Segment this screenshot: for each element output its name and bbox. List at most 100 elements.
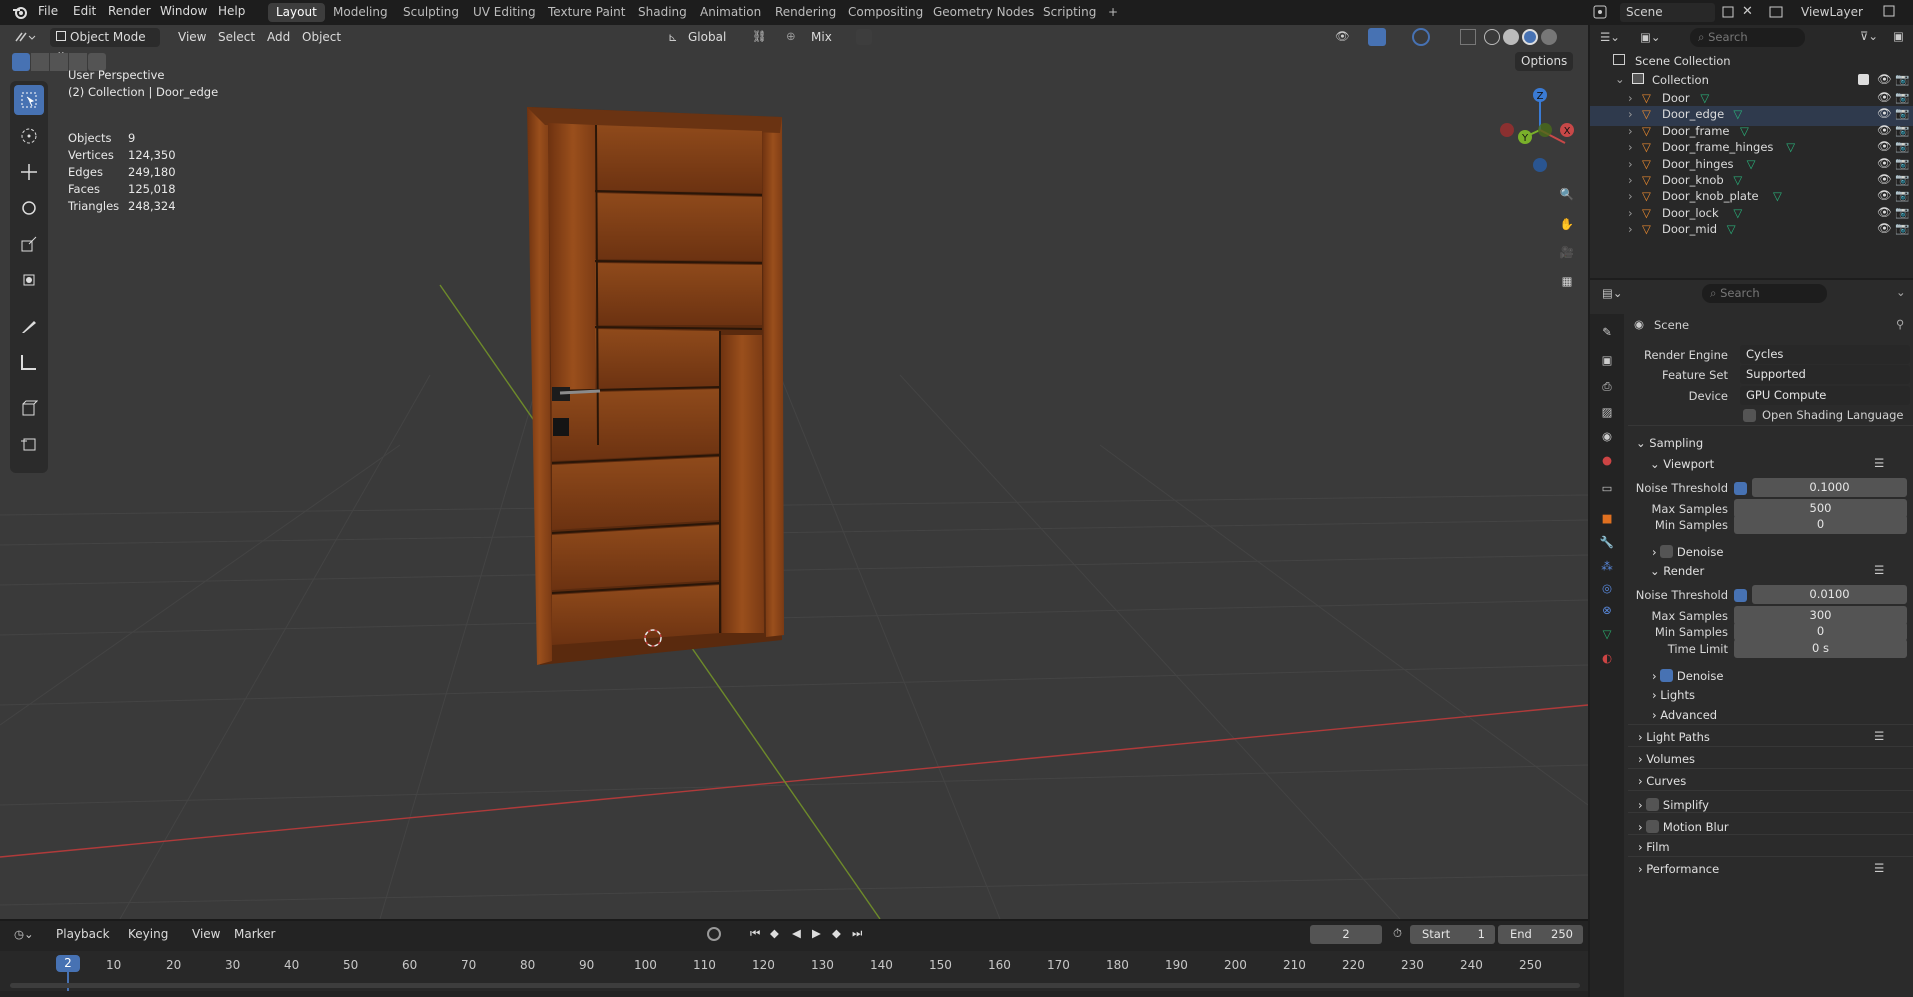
pin-icon[interactable]: ⚲ <box>1896 317 1904 331</box>
delete-scene-icon[interactable]: ✕ <box>1742 4 1758 20</box>
r-noise-threshold-field[interactable]: 0.0100 <box>1752 585 1907 604</box>
proportional-edit-icon[interactable] <box>856 29 872 45</box>
motion-blur-checkbox[interactable] <box>1646 820 1660 833</box>
render-subpanel-header[interactable]: ⌄ Render <box>1650 564 1704 578</box>
tab-layout[interactable]: Layout <box>268 3 325 22</box>
zoom-icon[interactable]: 🔍 <box>1553 180 1581 208</box>
blender-logo-icon[interactable] <box>12 4 28 20</box>
select-subtract-icon[interactable] <box>50 53 68 71</box>
menu-render[interactable]: Render <box>108 4 151 18</box>
playhead[interactable]: 2 <box>56 955 80 972</box>
display-mode-icon[interactable]: ▣⌄ <box>1640 30 1661 44</box>
jump-end-icon[interactable]: ⏭ <box>852 926 862 941</box>
mesh-data-icon[interactable]: ▽ <box>1700 91 1709 105</box>
film-panel[interactable]: › Film <box>1638 840 1670 854</box>
menu-timeline-view[interactable]: View <box>186 925 226 944</box>
mesh-data-icon[interactable]: ▽ <box>1786 140 1795 154</box>
tab-shading[interactable]: Shading <box>630 3 695 22</box>
tab-texture-paint[interactable]: Texture Paint <box>540 3 633 22</box>
cursor-tool-icon[interactable] <box>14 121 44 151</box>
feature-set-dropdown[interactable]: Supported <box>1740 365 1910 384</box>
collection-tab-icon[interactable]: ▭ <box>1597 478 1617 498</box>
tab-scripting[interactable]: Scripting <box>1035 3 1104 22</box>
simplify-panel[interactable]: › Simplify <box>1638 796 1709 812</box>
visibility-eye-icon[interactable]: 👁 <box>1877 139 1892 153</box>
output-tab-icon[interactable]: ⎙ <box>1597 376 1617 396</box>
render-camera-icon[interactable]: 📷 <box>1895 106 1909 120</box>
transform-orientation-icon[interactable]: ⊾ <box>668 30 678 44</box>
menu-help[interactable]: Help <box>218 4 245 18</box>
visibility-eye-icon[interactable]: 👁 <box>1877 221 1892 235</box>
visibility-eye-icon[interactable]: 👁 <box>1877 72 1892 86</box>
end-frame-field[interactable]: End 250 <box>1498 925 1583 944</box>
chevron-right-icon[interactable]: › <box>1628 91 1633 105</box>
render-camera-icon[interactable]: 📷 <box>1895 72 1909 86</box>
vp-min-samples-field[interactable]: 0 <box>1734 515 1907 534</box>
r-noise-threshold-checkbox[interactable] <box>1734 589 1747 602</box>
tab-sculpting[interactable]: Sculpting <box>395 3 467 22</box>
advanced-subpanel[interactable]: › Advanced <box>1652 708 1717 722</box>
view-layer-tab-icon[interactable]: ▨ <box>1597 402 1617 422</box>
prev-keyframe-icon[interactable]: ◆ <box>770 926 779 940</box>
solid-shading-icon[interactable] <box>1503 29 1519 45</box>
lights-subpanel[interactable]: › Lights <box>1652 688 1695 702</box>
data-tab-icon[interactable]: ▽ <box>1597 624 1617 644</box>
chevron-right-icon[interactable]: › <box>1628 157 1633 171</box>
menu-keying[interactable]: Keying <box>122 925 174 944</box>
menu-view[interactable]: View <box>172 28 212 47</box>
preset-list-icon[interactable]: ☰ <box>1874 861 1884 875</box>
time-limit-field[interactable]: 0 s <box>1734 639 1907 658</box>
world-tab-icon[interactable]: ● <box>1597 450 1617 470</box>
chevron-down-icon[interactable]: ⌄ <box>1615 72 1625 86</box>
add-workspace-button[interactable]: + <box>1100 3 1126 22</box>
wireframe-shading-icon[interactable] <box>1484 29 1500 45</box>
new-scene-icon[interactable] <box>1720 4 1736 20</box>
volumes-panel[interactable]: › Volumes <box>1638 752 1695 766</box>
chevron-right-icon[interactable]: › <box>1628 206 1633 220</box>
tab-animation[interactable]: Animation <box>692 3 769 22</box>
r-denoise-checkbox[interactable] <box>1660 669 1674 682</box>
render-camera-icon[interactable]: 📷 <box>1895 123 1909 137</box>
auto-keying-icon[interactable] <box>707 927 721 941</box>
select-extend-icon[interactable] <box>31 53 49 71</box>
sampling-panel-header[interactable]: ⌄ Sampling <box>1636 436 1703 450</box>
add-object-tool-icon[interactable] <box>14 429 44 459</box>
mesh-data-icon[interactable]: ▽ <box>1733 173 1742 187</box>
collection-row[interactable]: ⌄ Collection 👁 📷 <box>1590 70 1913 90</box>
chevron-right-icon[interactable]: › <box>1628 140 1633 154</box>
visibility-eye-icon[interactable]: 👁 <box>1877 90 1892 104</box>
play-icon[interactable]: ▶ <box>812 926 821 940</box>
rendered-shading-icon[interactable] <box>1541 29 1557 45</box>
properties-editor-icon[interactable]: ▤⌄ <box>1602 286 1623 300</box>
render-camera-icon[interactable]: 📷 <box>1895 156 1909 170</box>
osl-checkbox[interactable] <box>1743 409 1756 422</box>
visibility-eye-icon[interactable]: 👁 <box>1877 172 1892 186</box>
chevron-down-icon[interactable]: ⌄ <box>1896 285 1906 299</box>
menu-marker[interactable]: Marker <box>228 925 281 944</box>
chevron-right-icon[interactable]: › <box>1628 107 1633 121</box>
scene-name-field[interactable]: Scene <box>1620 3 1715 22</box>
tab-uv-editing[interactable]: UV Editing <box>465 3 544 22</box>
light-paths-panel[interactable]: › Light Paths <box>1638 730 1710 744</box>
curves-panel[interactable]: › Curves <box>1638 774 1686 788</box>
physics-tab-icon[interactable]: ◎ <box>1597 578 1617 598</box>
mesh-data-icon[interactable]: ▽ <box>1727 222 1736 236</box>
tab-rendering[interactable]: Rendering <box>767 3 844 22</box>
mesh-data-icon[interactable]: ▽ <box>1733 107 1742 121</box>
vp-noise-threshold-checkbox[interactable] <box>1734 482 1747 495</box>
start-frame-field[interactable]: Start 1 <box>1410 925 1495 944</box>
scale-tool-icon[interactable] <box>14 229 44 259</box>
snap-icon[interactable]: ⊕ <box>786 29 796 43</box>
filter-icon[interactable]: ⊽⌄ <box>1860 29 1878 43</box>
rotate-tool-icon[interactable] <box>14 193 44 223</box>
particles-tab-icon[interactable]: ⁂ <box>1597 556 1617 576</box>
preset-list-icon[interactable]: ☰ <box>1874 563 1884 577</box>
render-camera-icon[interactable]: 📷 <box>1895 139 1909 153</box>
chevron-right-icon[interactable]: › <box>1628 189 1633 203</box>
menu-object[interactable]: Object <box>296 28 347 47</box>
scene-collection-row[interactable]: Scene Collection <box>1590 51 1913 71</box>
render-tab-icon[interactable]: ▣ <box>1597 350 1617 370</box>
transform-orientation-dropdown[interactable]: Global <box>682 28 732 47</box>
menu-edit[interactable]: Edit <box>73 4 96 18</box>
properties-search-field[interactable]: ⌕ Search <box>1702 284 1827 303</box>
